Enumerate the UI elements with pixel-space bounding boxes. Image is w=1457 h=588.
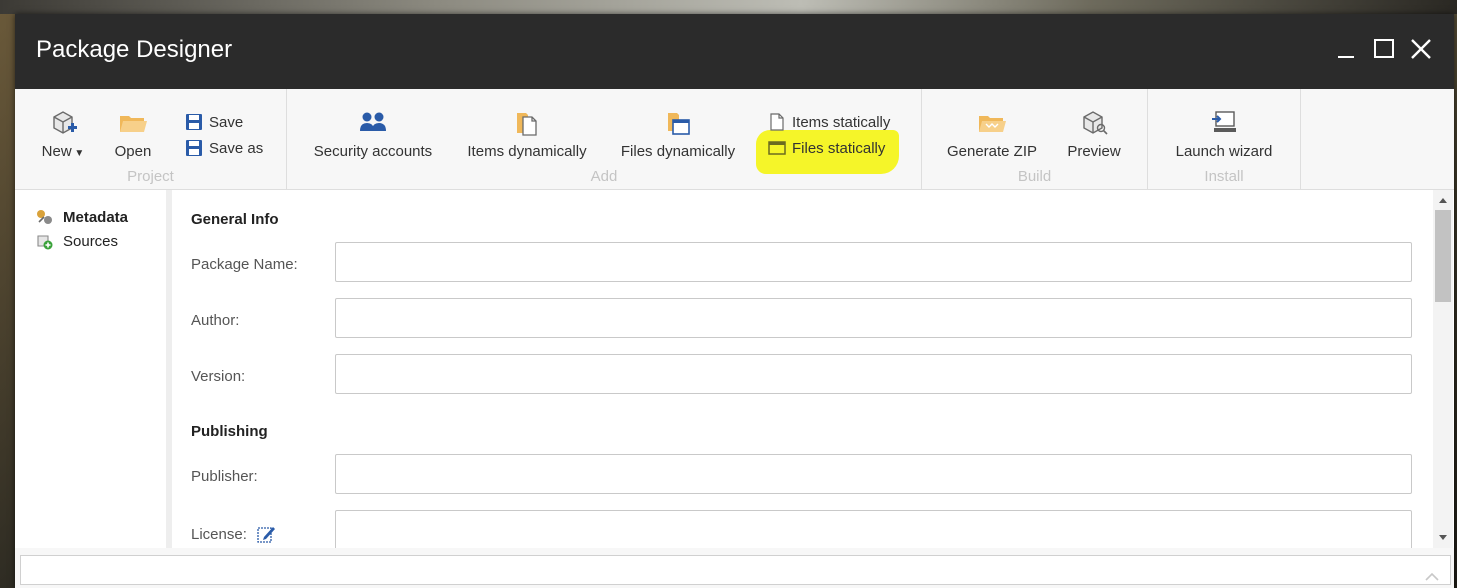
version-label: Version: (191, 368, 246, 385)
items-statically-button[interactable]: Items statically (768, 113, 890, 131)
launch-wizard-button[interactable]: Launch wizard (1170, 109, 1278, 160)
window-title: Package Designer (36, 36, 233, 63)
scroll-down-arrow-icon[interactable] (1433, 530, 1453, 546)
files-dynamically-label: Files dynamically (620, 143, 736, 160)
new-button[interactable]: New ▼ (37, 109, 89, 160)
minimize-icon (1338, 56, 1354, 58)
save-button-label: Save (209, 113, 244, 131)
package-name-label: Package Name: (191, 256, 298, 273)
status-footer (15, 548, 1454, 588)
security-accounts-label: Security accounts (313, 143, 433, 160)
open-button[interactable]: Open (111, 109, 155, 160)
package-preview-icon (1083, 111, 1108, 135)
package-new-icon (53, 111, 77, 134)
ribbon-group-add: Security accounts Items dynamically File… (287, 89, 922, 189)
vertical-scrollbar[interactable] (1433, 190, 1453, 548)
version-input[interactable] (335, 354, 1412, 394)
items-dynamically-button[interactable]: Items dynamically (462, 109, 592, 160)
document-icon (770, 113, 784, 131)
save-as-button-label: Save as (209, 139, 264, 157)
scrollbar-thumb[interactable] (1435, 210, 1451, 302)
preview-label: Preview (1067, 143, 1121, 160)
package-designer-window: Package Designer New ▼ Open Save Save as… (15, 14, 1454, 588)
sidebar-item-label: Sources (63, 232, 119, 250)
close-button[interactable] (1408, 36, 1434, 62)
license-label-row: License: (191, 524, 276, 544)
metadata-icon (37, 210, 52, 224)
save-as-button[interactable]: Save as (185, 139, 263, 157)
open-button-label: Open (114, 143, 152, 160)
new-button-label: New (41, 143, 72, 160)
items-dynamic-icon (517, 113, 537, 136)
scroll-up-arrow-icon[interactable] (1433, 192, 1453, 208)
package-name-input[interactable] (335, 242, 1412, 282)
ribbon-group-build: Generate ZIP Preview Build (922, 89, 1148, 189)
install-wizard-icon (1212, 111, 1236, 132)
maximize-icon (1374, 39, 1394, 58)
files-statically-button[interactable]: Files statically (768, 139, 885, 157)
chevron-up-icon[interactable] (1424, 570, 1440, 582)
title-bar[interactable]: Package Designer (15, 14, 1454, 89)
license-textarea[interactable] (335, 510, 1412, 548)
license-label: License: (191, 525, 247, 543)
section-heading-publishing: Publishing (191, 423, 268, 440)
ribbon-group-label-add: Add (590, 168, 618, 185)
section-heading-general-info: General Info (191, 211, 279, 228)
maximize-button[interactable] (1371, 36, 1397, 62)
publisher-label: Publisher: (191, 468, 258, 485)
author-label: Author: (191, 312, 240, 329)
folder-open-icon (120, 116, 147, 132)
save-as-icon (186, 140, 202, 156)
files-dynamic-icon (668, 113, 690, 135)
desktop-background (0, 0, 1457, 14)
minimize-button[interactable] (1333, 36, 1359, 62)
save-icon (186, 114, 202, 130)
dropdown-arrow-icon: ▼ (71, 148, 85, 159)
ribbon-group-label-project: Project (127, 168, 174, 185)
ribbon-group-install: Launch wizard Install (1148, 89, 1301, 189)
sidebar-item-label: Metadata (63, 208, 129, 226)
save-button[interactable]: Save (185, 113, 243, 131)
generate-zip-button[interactable]: Generate ZIP (946, 109, 1038, 160)
sidebar-item-sources[interactable]: Sources (35, 232, 118, 250)
sidebar-item-metadata[interactable]: Metadata (35, 208, 128, 226)
close-icon (1411, 39, 1431, 59)
window-file-icon (768, 141, 786, 155)
edit-icon[interactable] (256, 524, 276, 544)
author-input[interactable] (335, 298, 1412, 338)
users-icon (360, 112, 386, 131)
preview-button[interactable]: Preview (1064, 109, 1124, 160)
metadata-form: General Info Package Name: Author: Versi… (172, 190, 1432, 548)
status-panel (20, 555, 1451, 585)
ribbon-toolbar: New ▼ Open Save Save as Project Security… (15, 89, 1454, 190)
files-statically-label: Files statically (792, 139, 886, 157)
left-navigation: Metadata Sources (15, 190, 166, 548)
files-dynamically-button[interactable]: Files dynamically (618, 109, 738, 160)
items-statically-label: Items statically (792, 113, 891, 131)
sources-icon (37, 235, 53, 250)
security-accounts-button[interactable]: Security accounts (309, 109, 437, 160)
publisher-input[interactable] (335, 454, 1412, 494)
ribbon-group-project: New ▼ Open Save Save as Project (15, 89, 287, 189)
zip-folder-icon (979, 116, 1006, 132)
launch-wizard-label: Launch wizard (1175, 143, 1273, 160)
ribbon-group-label-install: Install (1204, 168, 1244, 185)
ribbon-group-label-build: Build (1017, 168, 1052, 185)
generate-zip-label: Generate ZIP (946, 143, 1038, 160)
items-dynamically-label: Items dynamically (467, 143, 587, 160)
